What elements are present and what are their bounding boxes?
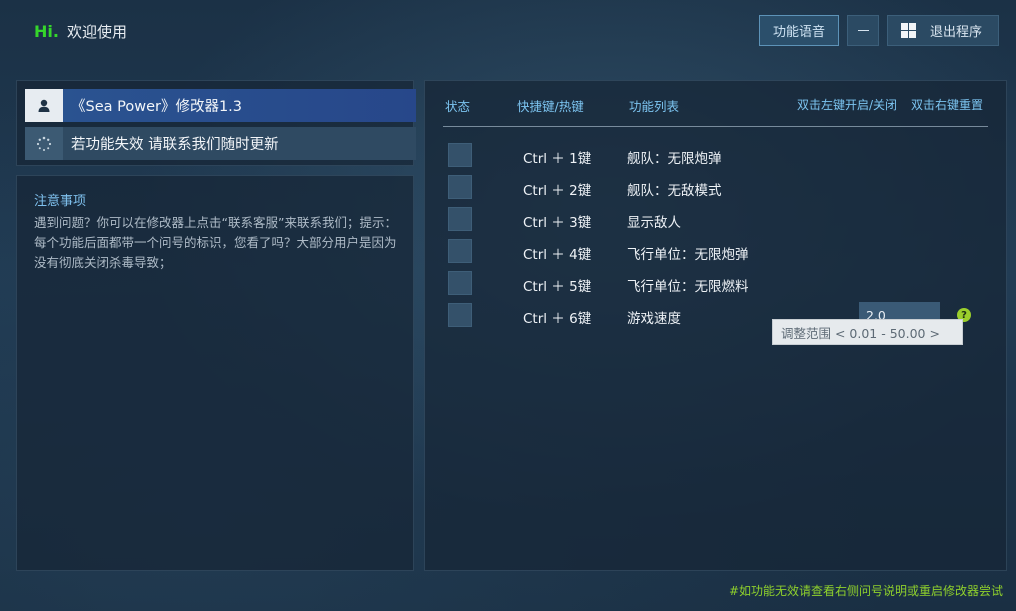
hotkey-label: Ctrl ＋ 1键 xyxy=(523,151,592,167)
feature-label: 舰队：无限炮弹 xyxy=(627,151,722,167)
feature-label: 舰队：无敌模式 xyxy=(627,183,722,199)
update-notice-row: 若功能失效 请联系我们随时更新 xyxy=(25,127,416,160)
feature-toggle-checkbox[interactable] xyxy=(448,239,472,263)
hotkey-label: Ctrl ＋ 2键 xyxy=(523,183,592,199)
loading-icon xyxy=(25,127,63,160)
welcome-text: 欢迎使用 xyxy=(66,22,127,41)
feature-toggle-checkbox[interactable] xyxy=(448,175,472,199)
trainer-info-panel: 《Sea Power》修改器1.3 若功能失效 请联系我们随时更新 xyxy=(16,80,416,166)
hint-double-left-click: 双击左键开启/关闭 xyxy=(797,98,898,112)
column-header-state: 状态 xyxy=(445,99,471,114)
minimize-icon xyxy=(857,30,869,31)
header-divider xyxy=(443,126,988,127)
header-bar: Hi. 欢迎使用 功能语音 退出程序 xyxy=(0,0,1016,62)
range-tooltip: 调整范围 < 0.01 - 50.00 > xyxy=(772,319,963,345)
trainer-title: 《Sea Power》修改器1.3 xyxy=(63,89,416,122)
feature-row[interactable]: Ctrl ＋ 4键 飞行单位：无限炮弹 xyxy=(425,239,1008,265)
feature-label: 游戏速度 xyxy=(627,311,681,327)
feature-label: 飞行单位：无限燃料 xyxy=(627,279,749,295)
notes-body: 遇到问题？你可以在修改器上点击“联系客服”来联系我们；提示：每个功能后面都带一个… xyxy=(34,215,397,270)
feature-toggle-checkbox[interactable] xyxy=(448,303,472,327)
hotkey-label: Ctrl ＋ 4键 xyxy=(523,247,592,263)
user-icon xyxy=(25,89,63,122)
brand-hi: Hi. xyxy=(34,21,59,41)
feature-toggle-checkbox[interactable] xyxy=(448,143,472,167)
exit-button-label: 退出程序 xyxy=(930,25,983,40)
feature-row[interactable]: Ctrl ＋ 2键 舰队：无敌模式 xyxy=(425,175,1008,201)
hint-double-right-click: 双击右键重置 xyxy=(911,98,984,112)
hotkey-label: Ctrl ＋ 6键 xyxy=(523,311,592,327)
notes-panel: 注意事项 遇到问题？你可以在修改器上点击“联系客服”来联系我们；提示：每个功能后… xyxy=(16,175,414,571)
feature-row[interactable]: Ctrl ＋ 3键 显示敌人 xyxy=(425,207,1008,233)
feature-label: 显示敌人 xyxy=(627,215,681,231)
voice-feature-button[interactable]: 功能语音 xyxy=(759,15,839,46)
feature-row[interactable]: Ctrl ＋ 1键 舰队：无限炮弹 xyxy=(425,143,1008,169)
update-notice: 若功能失效 请联系我们随时更新 xyxy=(63,127,416,160)
trainer-title-row: 《Sea Power》修改器1.3 xyxy=(25,89,416,122)
column-header-hotkey: 快捷键/热键 xyxy=(517,99,584,114)
feature-label: 飞行单位：无限炮弹 xyxy=(627,247,749,263)
feature-row[interactable]: Ctrl ＋ 5键 飞行单位：无限燃料 xyxy=(425,271,1008,297)
minimize-button[interactable] xyxy=(847,15,879,46)
feature-toggle-checkbox[interactable] xyxy=(448,207,472,231)
hotkey-label: Ctrl ＋ 3键 xyxy=(523,215,592,231)
notes-title: 注意事项 xyxy=(34,194,87,209)
windows-icon xyxy=(901,23,916,38)
column-header-features: 功能列表 xyxy=(629,99,680,114)
brand: Hi. 欢迎使用 xyxy=(34,19,127,43)
feature-toggle-checkbox[interactable] xyxy=(448,271,472,295)
hotkey-label: Ctrl ＋ 5键 xyxy=(523,279,592,295)
exit-button[interactable]: 退出程序 xyxy=(887,15,999,46)
feature-table-panel: 状态 快捷键/热键 功能列表 双击左键开启/关闭 双击右键重置 Ctrl ＋ 1… xyxy=(424,80,1007,571)
footer-hint: #如功能无效请查看右侧问号说明或重启修改器尝试 xyxy=(728,584,1003,598)
